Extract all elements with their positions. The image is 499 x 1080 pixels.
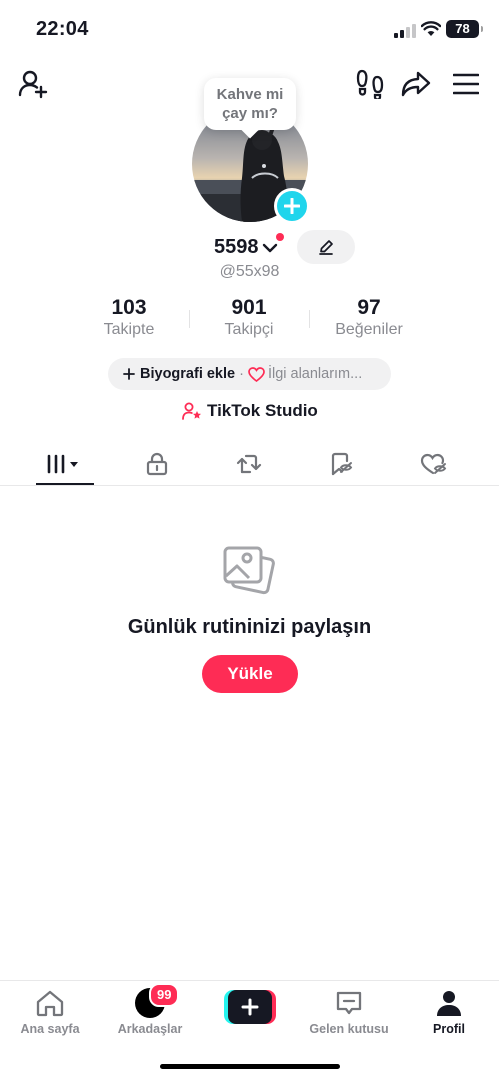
- tab-private[interactable]: [128, 446, 186, 482]
- empty-state-title: Günlük rutininizi paylaşın: [127, 616, 372, 638]
- tabs-divider: [0, 485, 499, 486]
- creator-star-icon: [182, 402, 201, 420]
- grid-videos-icon: [47, 454, 78, 474]
- tiktok-studio-label: TikTok Studio: [207, 401, 318, 420]
- followers-stat[interactable]: 901 Takipçi: [189, 296, 309, 339]
- nav-profile-label: Profil: [433, 1022, 465, 1036]
- home-icon: [36, 990, 64, 1017]
- followers-count: 901: [231, 296, 267, 319]
- lock-icon: [146, 452, 168, 476]
- chevron-down-icon: [262, 243, 277, 253]
- likes-stat[interactable]: 97 Beğeniler: [309, 296, 429, 339]
- likes-label: Beğeniler: [335, 321, 403, 338]
- cellular-signal-icon: [394, 24, 416, 38]
- create-button[interactable]: [224, 990, 276, 1024]
- following-stat[interactable]: 103 Takipte: [69, 296, 189, 339]
- hamburger-menu-icon: [453, 73, 479, 95]
- liked-hidden-icon: [420, 453, 447, 475]
- profile-icon: [437, 991, 461, 1016]
- wifi-icon: [420, 21, 442, 42]
- nav-home[interactable]: Ana sayfa: [5, 987, 95, 1036]
- nav-inbox[interactable]: Gelen kutusu: [304, 987, 394, 1036]
- profile-note-bubble[interactable]: Kahve mi çay mı?: [204, 78, 296, 130]
- tab-reposts[interactable]: [220, 446, 278, 482]
- username: 5598: [214, 235, 259, 258]
- add-story-button[interactable]: [274, 188, 310, 224]
- tiktok-studio-link[interactable]: TikTok Studio: [182, 400, 318, 422]
- footprints-icon: [356, 69, 384, 99]
- heart-icon: [248, 366, 265, 382]
- friends-badge: 99: [149, 983, 180, 1007]
- bookmark-hidden-icon: [331, 452, 353, 476]
- upload-button[interactable]: Yükle: [202, 655, 298, 693]
- person-plus-icon: [18, 70, 48, 99]
- photos-icon: [221, 544, 277, 603]
- likes-count: 97: [357, 296, 381, 319]
- nav-inbox-label: Gelen kutusu: [309, 1022, 389, 1036]
- user-handle: @55x98: [219, 263, 280, 280]
- tab-videos[interactable]: [36, 446, 94, 482]
- repost-icon: [236, 454, 262, 474]
- bio-separator: ·: [239, 366, 244, 382]
- inbox-icon: [336, 991, 362, 1015]
- notification-dot: [276, 233, 284, 241]
- nav-home-label: Ana sayfa: [20, 1022, 80, 1036]
- create-plus-icon: [241, 998, 259, 1016]
- battery-indicator: 78: [446, 20, 483, 38]
- edit-profile-button[interactable]: [297, 230, 355, 264]
- plus-icon: [123, 368, 135, 380]
- add-friend-button[interactable]: [18, 68, 50, 100]
- plus-icon: [284, 198, 300, 214]
- account-switcher[interactable]: 5598: [214, 234, 278, 260]
- add-bio-label[interactable]: Biyografi ekle: [140, 366, 235, 382]
- menu-button[interactable]: [450, 68, 482, 100]
- followers-label: Takipçi: [224, 321, 274, 338]
- status-bar: 22:04 78: [0, 0, 499, 56]
- share-profile-button[interactable]: [400, 68, 432, 100]
- pencil-icon: [319, 240, 333, 255]
- profile-views-button[interactable]: [355, 68, 385, 100]
- nav-friends-label: Arkadaşlar: [117, 1022, 183, 1036]
- status-time: 22:04: [36, 18, 89, 40]
- following-count: 103: [111, 296, 147, 319]
- tab-liked[interactable]: [405, 446, 463, 482]
- nav-profile[interactable]: Profil: [404, 987, 494, 1036]
- bio-interests-pill[interactable]: Biyografi ekle · İlgi alanlarım...: [108, 358, 391, 390]
- home-indicator: [160, 1064, 340, 1069]
- following-label: Takipte: [103, 321, 155, 338]
- interests-label[interactable]: İlgi alanlarım...: [268, 366, 362, 382]
- share-arrow-icon: [401, 71, 431, 97]
- tab-saved[interactable]: [313, 446, 371, 482]
